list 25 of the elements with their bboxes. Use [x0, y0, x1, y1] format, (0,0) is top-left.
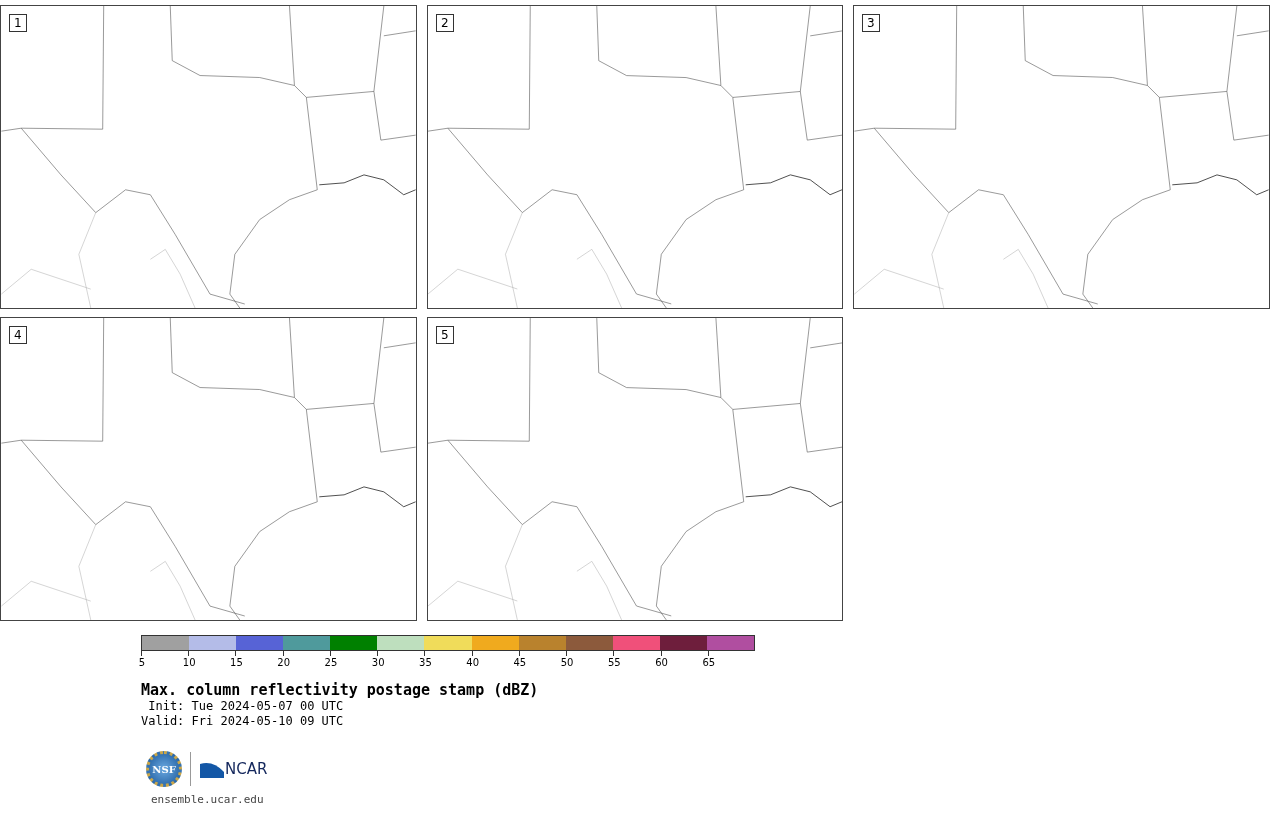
website-url: ensemble.ucar.edu	[151, 793, 265, 806]
tick-label: 15	[230, 657, 243, 668]
tick-label: 35	[419, 657, 432, 668]
panel-number: 4	[9, 326, 27, 344]
tick-label: 10	[182, 657, 196, 668]
init-time: Init: Tue 2024-05-07 00 UTC	[147, 699, 345, 714]
tick-label: 45	[513, 657, 527, 668]
panel-number: 2	[436, 14, 454, 32]
tick-label: 30	[371, 657, 385, 668]
tick-label: 65	[702, 657, 716, 668]
panel-number: 1	[9, 14, 27, 32]
panel-number: 3	[862, 14, 880, 32]
tick-label: 20	[277, 657, 291, 668]
nsf-logo: NSF	[146, 751, 182, 787]
valid-time: Valid: Fri 2024-05-10 09 UTC	[141, 714, 345, 729]
chart-title: Max. column reflectivity postage stamp (dBZ)	[141, 681, 540, 699]
panel-number: 5	[436, 326, 454, 344]
swoosh-icon	[199, 760, 225, 778]
tick-label: 25	[324, 657, 338, 668]
tick-label: 60	[655, 657, 668, 668]
tick-label: 5	[138, 657, 146, 668]
tick-label: 50	[560, 657, 574, 668]
tick-label: 55	[608, 657, 621, 668]
tick-label: 40	[466, 657, 479, 668]
ncar-logo-text: NCAR	[225, 760, 268, 778]
